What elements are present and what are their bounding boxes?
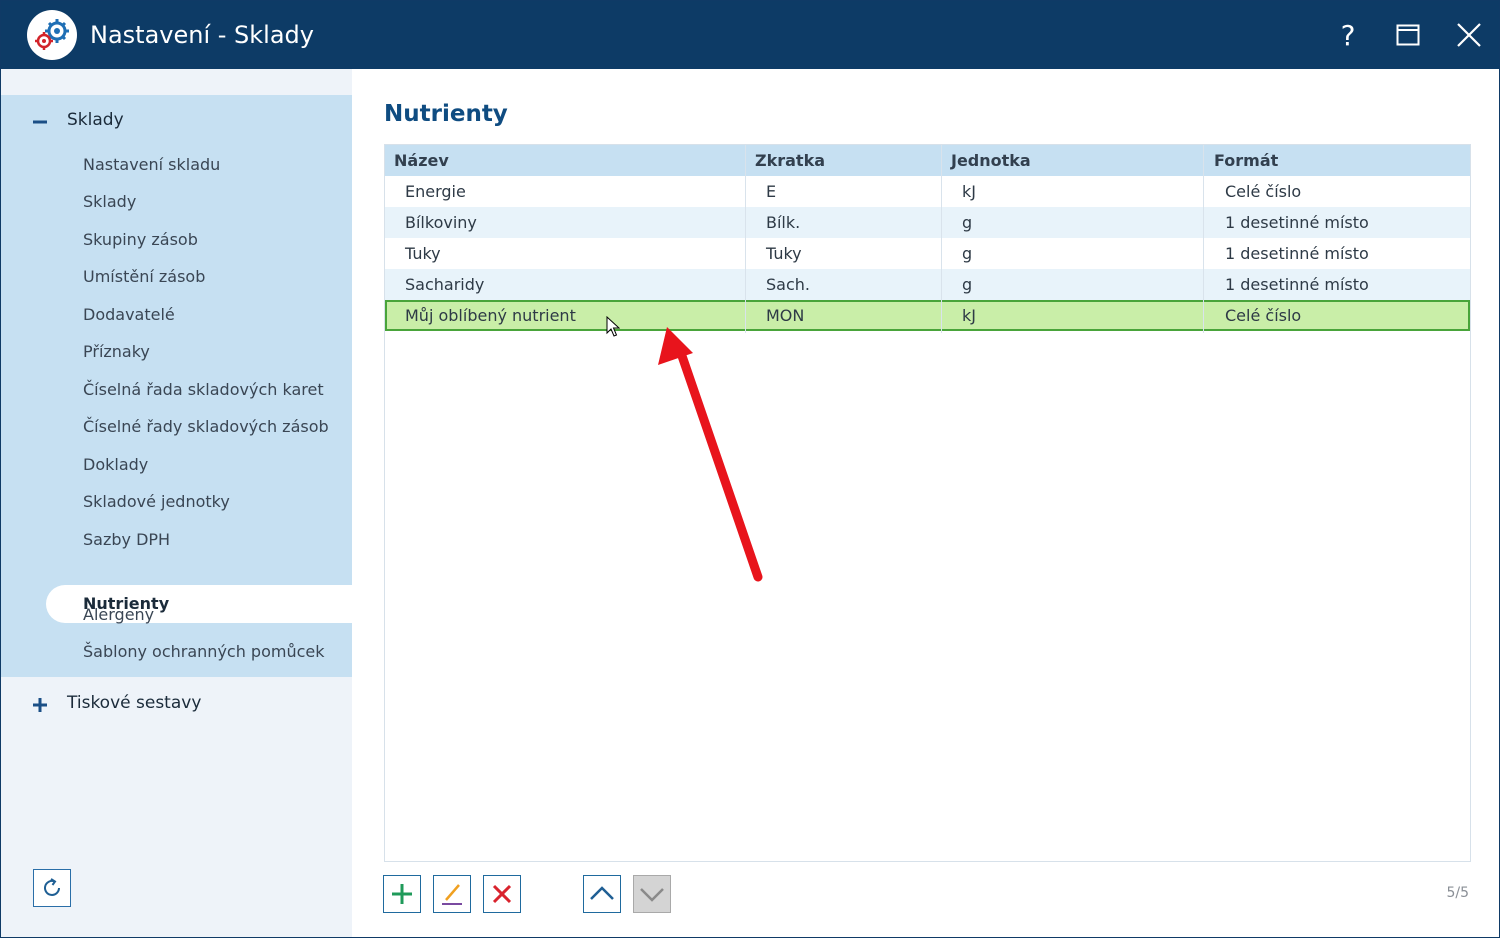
- cell-format: Celé číslo: [1225, 306, 1302, 325]
- table-header: Název Zkratka Jednotka Formát: [385, 145, 1470, 176]
- table-row-selected[interactable]: Můj oblíbený nutrient MON kJ Celé číslo: [385, 300, 1470, 331]
- edit-pencil-icon: [442, 884, 462, 905]
- column-divider: [1203, 145, 1204, 333]
- window-title: Nastavení - Sklady: [90, 21, 314, 49]
- cell-zkratka: MON: [766, 306, 805, 325]
- cell-nazev: Tuky: [405, 244, 441, 263]
- cell-nazev: Bílkoviny: [405, 213, 477, 232]
- sidebar-item-dodavatele[interactable]: Dodavatelé: [83, 305, 175, 324]
- column-header-zkratka[interactable]: Zkratka: [746, 145, 825, 176]
- sidebar-item-sazby-dph[interactable]: Sazby DPH: [83, 530, 170, 549]
- cell-format: 1 desetinné místo: [1225, 244, 1369, 263]
- sidebar-group-header-tiskove-sestavy[interactable]: Tiskové sestavy: [1, 685, 352, 725]
- cell-jednotka: kJ: [962, 182, 976, 201]
- move-up-button[interactable]: [583, 875, 621, 913]
- column-header-jednotka[interactable]: Jednotka: [942, 145, 1031, 176]
- delete-x-icon: [492, 884, 512, 904]
- cell-zkratka: E: [766, 182, 777, 201]
- nutrients-table: Název Zkratka Jednotka Formát Energie E …: [384, 144, 1471, 862]
- maximize-button[interactable]: [1386, 13, 1430, 57]
- sidebar-group-header-sklady[interactable]: Sklady: [1, 95, 352, 147]
- column-divider: [941, 145, 942, 333]
- cell-jednotka: g: [962, 275, 973, 294]
- delete-button[interactable]: [483, 875, 521, 913]
- mouse-cursor-icon: [606, 316, 620, 337]
- add-button[interactable]: [383, 875, 421, 913]
- column-header-nazev[interactable]: Název: [385, 145, 449, 176]
- sidebar-item-sklady[interactable]: Sklady: [83, 192, 136, 211]
- cell-nazev: Můj oblíbený nutrient: [405, 306, 576, 325]
- sidebar-item-ciselna-rada-skladovych-karet[interactable]: Číselná řada skladových karet: [83, 380, 324, 399]
- sidebar-item-sablony-ochrannych-pomucek[interactable]: Šablony ochranných pomůcek: [83, 642, 325, 661]
- sidebar-item-alergeny[interactable]: Alergeny: [83, 605, 154, 624]
- close-icon: [1457, 23, 1481, 47]
- refresh-icon: [44, 878, 60, 896]
- cell-format: Celé číslo: [1225, 182, 1302, 201]
- cell-zkratka: Tuky: [766, 244, 802, 263]
- cell-nazev: Sacharidy: [405, 275, 485, 294]
- cell-zkratka: Bílk.: [766, 213, 801, 232]
- add-icon: [392, 884, 412, 904]
- help-icon: ?: [1340, 18, 1356, 52]
- column-divider: [745, 145, 746, 333]
- move-up-icon: [590, 886, 614, 900]
- move-down-icon: [640, 888, 664, 902]
- refresh-button[interactable]: [33, 869, 71, 907]
- cell-jednotka: g: [962, 213, 973, 232]
- cell-nazev: Energie: [405, 182, 466, 201]
- help-button[interactable]: ?: [1326, 13, 1370, 57]
- table-row[interactable]: Sacharidy Sach. g 1 desetinné místo: [385, 269, 1470, 300]
- settings-gears-icon: [27, 10, 77, 60]
- cell-jednotka: kJ: [962, 306, 976, 325]
- sidebar-item-skladove-jednotky[interactable]: Skladové jednotky: [83, 492, 230, 511]
- table-row[interactable]: Bílkoviny Bílk. g 1 desetinné místo: [385, 207, 1470, 238]
- sidebar-item-skupiny-zasob[interactable]: Skupiny zásob: [83, 230, 198, 249]
- cell-format: 1 desetinné místo: [1225, 275, 1369, 294]
- title-bar: Nastavení - Sklady ?: [1, 1, 1499, 69]
- sidebar: Sklady Nastavení skladu Sklady Skupiny z…: [1, 69, 352, 937]
- row-counter: 5/5: [1446, 885, 1469, 901]
- table-row[interactable]: Tuky Tuky g 1 desetinné místo: [385, 238, 1470, 269]
- sidebar-item-nastaveni-skladu[interactable]: Nastavení skladu: [83, 155, 220, 174]
- cell-format: 1 desetinné místo: [1225, 213, 1369, 232]
- cell-zkratka: Sach.: [766, 275, 810, 294]
- sidebar-item-doklady[interactable]: Doklady: [83, 455, 148, 474]
- settings-window: Nastavení - Sklady ? Sklady Nastavení sk…: [0, 0, 1500, 938]
- close-button[interactable]: [1447, 13, 1491, 57]
- sidebar-item-ciselne-rady-skladovych-zasob[interactable]: Číselné řady skladových zásob: [83, 417, 329, 436]
- sidebar-item-priznaky[interactable]: Příznaky: [83, 342, 150, 361]
- sidebar-item-umisteni-zasob[interactable]: Umístění zásob: [83, 267, 205, 286]
- sidebar-group-sklady: Sklady Nastavení skladu Sklady Skupiny z…: [1, 95, 352, 677]
- column-header-format[interactable]: Formát: [1205, 145, 1278, 176]
- collapse-minus-icon[interactable]: [31, 113, 49, 131]
- cell-jednotka: g: [962, 244, 973, 263]
- expand-plus-icon[interactable]: [31, 696, 49, 714]
- sidebar-group-label: Tiskové sestavy: [67, 693, 202, 713]
- table-row[interactable]: Energie E kJ Celé číslo: [385, 176, 1470, 207]
- page-title: Nutrienty: [384, 101, 508, 127]
- sidebar-group-label: Sklady: [67, 110, 124, 130]
- maximize-icon: [1396, 24, 1420, 46]
- move-down-button: [633, 875, 671, 913]
- edit-button[interactable]: [433, 875, 471, 913]
